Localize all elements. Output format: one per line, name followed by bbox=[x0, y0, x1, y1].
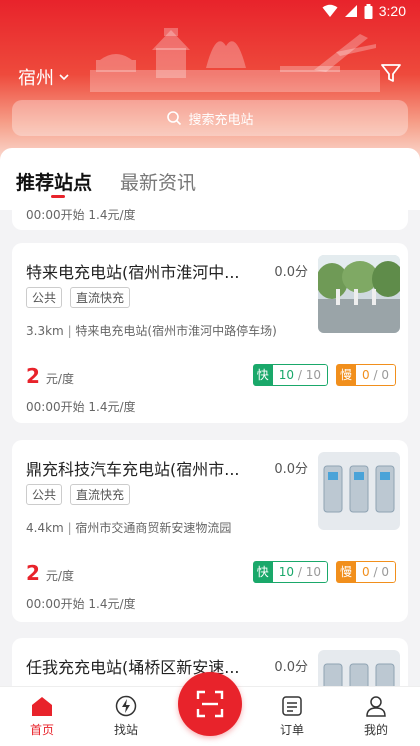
city-selector[interactable]: 宿州 bbox=[18, 64, 70, 90]
search-placeholder: 搜索充电站 bbox=[188, 112, 254, 128]
station-photo bbox=[318, 255, 400, 333]
station-rating: 0.0分 bbox=[274, 265, 308, 280]
station-address: 宿州市交通商贸新安速物流园 bbox=[75, 521, 232, 535]
fast-charger-badge: 快 10 / 10 bbox=[252, 561, 329, 583]
station-tags: 公共 直流快充 bbox=[26, 484, 131, 505]
home-icon bbox=[32, 697, 52, 716]
search-input[interactable]: 搜索充电站 bbox=[12, 100, 408, 136]
scan-icon bbox=[196, 690, 224, 718]
tab-profile-label: 我的 bbox=[363, 723, 388, 737]
station-card[interactable]: 特来电充电站(宿州市淮河中... 0.0分 公共 直流快充 3.3km | 特来… bbox=[12, 243, 408, 423]
slow-charger-badge: 慢 0 / 0 bbox=[336, 561, 396, 583]
tab-profile[interactable]: 我的 bbox=[346, 695, 406, 738]
header: 3:20 宿州 搜索充电站 bbox=[0, 0, 420, 165]
station-address-line: 4.4km | 宿州市交通商贸新安速物流园 bbox=[26, 521, 232, 535]
tab-find-station-label: 找站 bbox=[113, 723, 138, 737]
station-price: 2 元/度 bbox=[26, 364, 74, 388]
city-name: 宿州 bbox=[18, 68, 54, 89]
time-line: 00:00开始 1.4元/度 bbox=[26, 400, 136, 414]
station-name: 鼎充科技汽车充电站(宿州市... bbox=[26, 460, 240, 479]
tab-home-label: 首页 bbox=[29, 723, 54, 737]
price-unit: 元/度 bbox=[45, 569, 74, 583]
tab-orders-label: 订单 bbox=[279, 723, 304, 737]
tag-public: 公共 bbox=[26, 287, 63, 308]
scan-button[interactable] bbox=[178, 672, 242, 736]
chevron-down-icon bbox=[59, 74, 69, 81]
city-skyline-illustration bbox=[90, 28, 380, 92]
tag-public: 公共 bbox=[26, 484, 63, 505]
tab-home[interactable]: 首页 bbox=[12, 695, 72, 738]
tab-orders[interactable]: 订单 bbox=[262, 695, 322, 738]
tag-dc-fast: 直流快充 bbox=[70, 287, 131, 308]
station-distance: 4.4km bbox=[26, 521, 64, 535]
tab-find-station[interactable]: 找站 bbox=[96, 695, 156, 738]
tab-recommended-stations[interactable]: 推荐站点 bbox=[16, 168, 92, 195]
user-icon bbox=[366, 696, 386, 717]
lightning-icon bbox=[115, 695, 137, 717]
time-line: 00:00开始 1.4元/度 bbox=[26, 597, 136, 611]
station-price: 2 元/度 bbox=[26, 561, 74, 585]
station-distance: 3.3km bbox=[26, 324, 64, 338]
station-tags: 公共 直流快充 bbox=[26, 287, 131, 308]
tab-latest-news[interactable]: 最新资讯 bbox=[120, 168, 196, 195]
station-photo bbox=[318, 452, 400, 530]
station-card-partial[interactable]: 00:00开始 1.4元/度 bbox=[12, 198, 408, 230]
order-list-icon bbox=[282, 696, 302, 716]
status-time: 3:20 bbox=[378, 3, 406, 19]
slow-charger-badge: 慢 0 / 0 bbox=[336, 364, 396, 386]
price-unit: 元/度 bbox=[45, 372, 74, 386]
wifi-icon bbox=[322, 4, 338, 17]
station-name: 特来电充电站(宿州市淮河中... bbox=[26, 263, 240, 282]
station-rating: 0.0分 bbox=[274, 462, 308, 477]
status-bar: 3:20 bbox=[0, 0, 420, 24]
station-address-line: 3.3km | 特来电充电站(宿州市淮河中路停车场) bbox=[26, 324, 277, 338]
signal-icon bbox=[344, 5, 357, 17]
battery-icon bbox=[364, 3, 373, 19]
price-value: 2 bbox=[26, 364, 40, 388]
time-line: 00:00开始 1.4元/度 bbox=[26, 208, 136, 222]
charger-availability: 快 10 / 10 慢 0 / 0 bbox=[252, 364, 396, 386]
search-icon bbox=[167, 111, 182, 126]
fast-charger-badge: 快 10 / 10 bbox=[252, 364, 329, 386]
filter-icon[interactable] bbox=[380, 62, 402, 84]
price-value: 2 bbox=[26, 561, 40, 585]
charger-availability: 快 10 / 10 慢 0 / 0 bbox=[252, 561, 396, 583]
station-rating: 0.0分 bbox=[274, 660, 308, 675]
station-address: 特来电充电站(宿州市淮河中路停车场) bbox=[75, 324, 277, 338]
station-card[interactable]: 鼎充科技汽车充电站(宿州市... 0.0分 公共 直流快充 4.4km | 宿州… bbox=[12, 440, 408, 622]
tag-dc-fast: 直流快充 bbox=[70, 484, 131, 505]
